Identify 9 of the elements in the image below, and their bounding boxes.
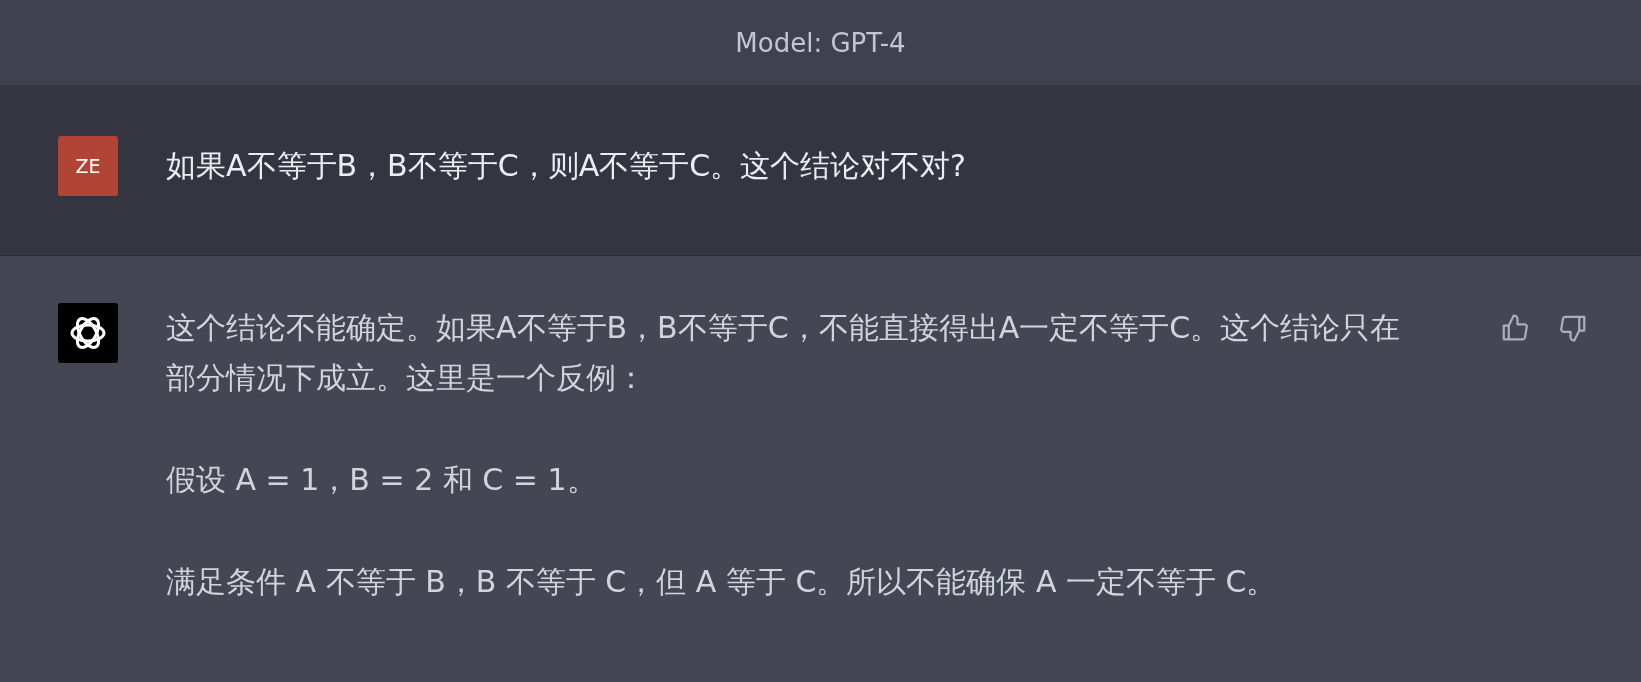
user-avatar: ZE [58,136,118,196]
message-text: 这个结论不能确定。如果A不等于B，B不等于C，不能直接得出A一定不等于C。这个结论只在部分情况下成立。这里是一个反例： [166,309,1402,397]
thumbs-down-icon[interactable] [1558,313,1588,343]
message-text: 如果A不等于B，B不等于C，则A不等于C。这个结论对不对? [166,147,968,185]
logo-icon [58,303,118,363]
message-text: 满足条件 A 不等于 B，B 不等于 C，但 A 等于 C。所以不能确保 A 一定不等于 C。 [166,563,1278,601]
message-text: 假设 A = 1，B = 2 和 C = 1。 [166,461,598,499]
model-title: Model: GPT-4 [735,27,906,58]
thumbs-up-icon[interactable] [1500,313,1530,343]
